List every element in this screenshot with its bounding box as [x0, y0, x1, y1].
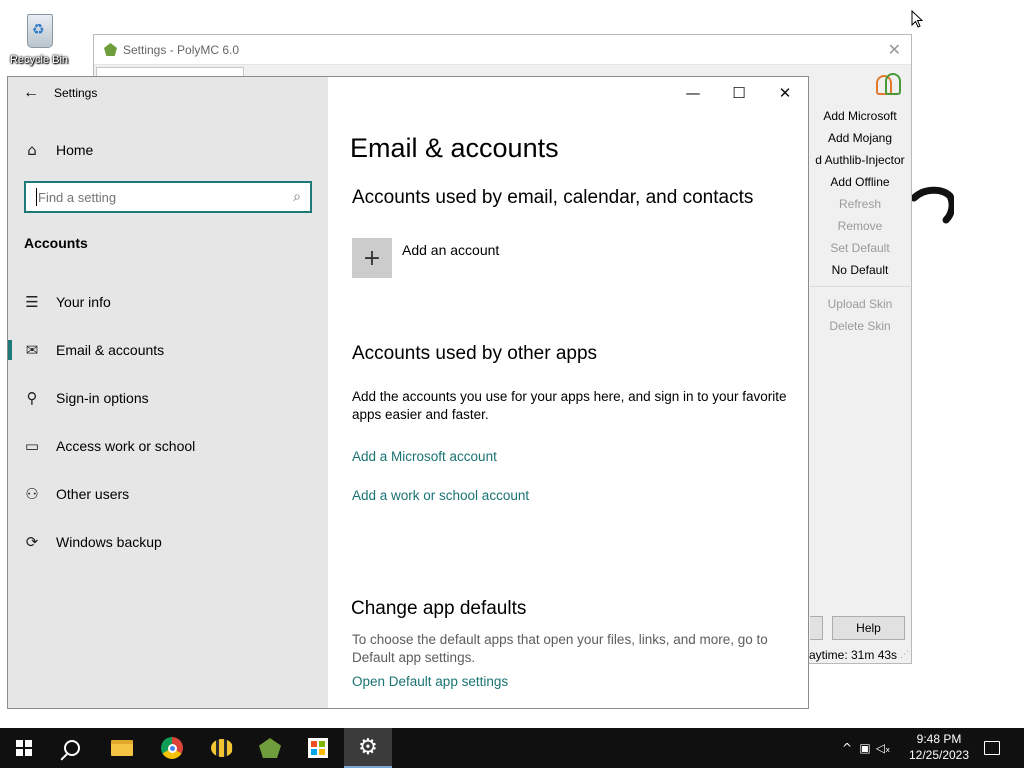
accounts-icon [876, 71, 902, 97]
page-title: Email & accounts [350, 133, 559, 163]
nav-item-label: Windows backup [56, 534, 162, 550]
home-icon: ⌂ [27, 141, 37, 159]
recycle-bin-icon: ♻ [19, 8, 59, 52]
polymc-icon [259, 738, 281, 758]
refresh-button[interactable]: Refresh [810, 193, 910, 215]
polymc-titlebar[interactable]: Settings - PolyMC 6.0 ✕ [94, 35, 911, 65]
email-section-heading: Accounts used by email, calendar, and co… [352, 187, 754, 208]
plus-icon: + [352, 238, 392, 278]
nav-item-other-users[interactable]: ⚇ Other users [8, 474, 328, 514]
nav-item-label: Access work or school [56, 438, 196, 454]
other-apps-description: Add the accounts you use for your apps h… [352, 389, 787, 422]
taskbar-polymc[interactable] [246, 728, 294, 768]
add-work-account-link[interactable]: Add a work or school account [352, 488, 529, 503]
add-mojang-button[interactable]: Add Mojang [810, 127, 910, 149]
maximize-icon[interactable]: ☐ [716, 77, 762, 109]
add-offline-button[interactable]: Add Offline [810, 171, 910, 193]
recycle-bin-shortcut[interactable]: ♻ Recycle Bin [6, 8, 72, 66]
polymc-help-button[interactable]: Help [832, 616, 905, 640]
nav-item-label: Other users [56, 486, 130, 502]
no-default-button[interactable]: No Default [810, 259, 910, 281]
recycle-bin-label: Recycle Bin [9, 54, 69, 66]
chrome-icon [161, 737, 183, 759]
network-icon[interactable]: ▣ [856, 741, 874, 755]
chevron-up-icon[interactable]: ^ [838, 741, 856, 755]
window-controls: — ☐ ✕ [670, 77, 808, 109]
store-icon [308, 738, 328, 758]
start-icon [16, 740, 32, 756]
bee-app-icon [211, 739, 233, 757]
start-button[interactable] [0, 728, 48, 768]
nav-item-windows-backup[interactable]: ⟳ Windows backup [8, 522, 328, 562]
taskbar-bee-app[interactable] [198, 728, 246, 768]
resize-grip-icon[interactable]: ⋰ [900, 649, 909, 660]
app-defaults-heading: Change app defaults [351, 598, 527, 619]
taskbar-clock[interactable]: 9:48 PM 12/25/2023 [906, 731, 972, 763]
taskbar-chrome[interactable] [148, 728, 196, 768]
mouse-cursor-icon [911, 10, 923, 28]
divider [810, 281, 910, 287]
key-icon: ⚲ [26, 389, 38, 407]
close-icon[interactable]: ✕ [762, 77, 808, 109]
nav-home[interactable]: ⌂ Home [8, 135, 328, 165]
taskbar-search-button[interactable] [48, 728, 96, 768]
back-arrow-icon[interactable]: ← [8, 84, 54, 102]
add-authlib-injector-button[interactable]: d Authlib-Injector [810, 149, 910, 171]
mail-icon: ✉ [25, 341, 39, 359]
settings-content-pane: — ☐ ✕ Email & accounts Accounts used by … [328, 77, 808, 708]
nav-item-label: Your info [56, 294, 111, 310]
add-account-label: Add an account [402, 242, 500, 258]
settings-gear-icon: ⚙ [358, 734, 378, 760]
notification-icon [984, 741, 1000, 755]
taskbar-store[interactable] [294, 728, 342, 768]
playtime-status: aytime: 31m 43s [809, 648, 898, 662]
upload-skin-button[interactable]: Upload Skin [810, 293, 910, 315]
sync-icon: ⟳ [25, 533, 39, 551]
polymc-window-title: Settings - PolyMC 6.0 [123, 42, 240, 57]
nav-item-label: Email & accounts [56, 342, 165, 358]
person-add-icon: ⚇ [25, 485, 39, 503]
minimize-icon[interactable]: — [670, 77, 716, 109]
nav-home-label: Home [56, 142, 94, 158]
taskbar: ⚙ ^ ▣ ◁ₓ 9:48 PM 12/25/2023 [0, 728, 1024, 768]
settings-window: ← Settings ⌂ Home ⌕ Accounts ☰ Your info… [7, 76, 809, 709]
polymc-account-buttons: Add Microsoft Add Mojang d Authlib-Injec… [810, 105, 910, 337]
nav-section-heading: Accounts [24, 235, 88, 251]
search-icon [64, 740, 80, 756]
other-apps-heading: Accounts used by other apps [352, 343, 598, 364]
remove-button[interactable]: Remove [810, 215, 910, 237]
black-scribble [912, 186, 954, 224]
add-microsoft-account-link[interactable]: Add a Microsoft account [352, 449, 497, 464]
nav-item-label: Sign-in options [56, 390, 149, 406]
polymc-logo-icon [104, 43, 117, 56]
taskbar-file-explorer[interactable] [98, 728, 146, 768]
open-default-app-settings-link[interactable]: Open Default app settings [352, 674, 508, 689]
nav-item-email-accounts[interactable]: ✉ Email & accounts [8, 330, 328, 370]
briefcase-icon: ▭ [24, 437, 40, 455]
nav-item-access-work[interactable]: ▭ Access work or school [8, 426, 328, 466]
person-card-icon: ☰ [25, 293, 39, 311]
app-defaults-description: To choose the default apps that open you… [352, 632, 768, 665]
volume-muted-icon[interactable]: ◁ₓ [874, 741, 892, 755]
settings-titlebar[interactable]: ← Settings [8, 77, 328, 109]
search-icon[interactable]: ⌕ [284, 189, 310, 205]
polymc-close-button[interactable]: ✕ [888, 40, 901, 60]
polymc-close-dialog-button[interactable] [810, 616, 823, 640]
system-tray: ^ ▣ ◁ₓ [838, 728, 892, 768]
add-microsoft-button[interactable]: Add Microsoft [810, 105, 910, 127]
add-account-button[interactable]: + Add an account [352, 238, 499, 278]
nav-item-sign-in-options[interactable]: ⚲ Sign-in options [8, 378, 328, 418]
clock-time: 9:48 PM [916, 732, 962, 746]
notification-center-button[interactable] [980, 728, 1004, 768]
taskbar-settings[interactable]: ⚙ [344, 728, 392, 768]
file-explorer-icon [111, 740, 133, 756]
find-setting-search[interactable]: ⌕ [24, 181, 312, 213]
settings-window-title: Settings [54, 86, 98, 100]
delete-skin-button[interactable]: Delete Skin [810, 315, 910, 337]
set-default-button[interactable]: Set Default [810, 237, 910, 259]
nav-item-your-info[interactable]: ☰ Your info [8, 282, 328, 322]
clock-date: 12/25/2023 [908, 748, 970, 762]
search-input[interactable] [37, 184, 284, 210]
settings-nav-pane: ← Settings ⌂ Home ⌕ Accounts ☰ Your info… [8, 77, 328, 708]
